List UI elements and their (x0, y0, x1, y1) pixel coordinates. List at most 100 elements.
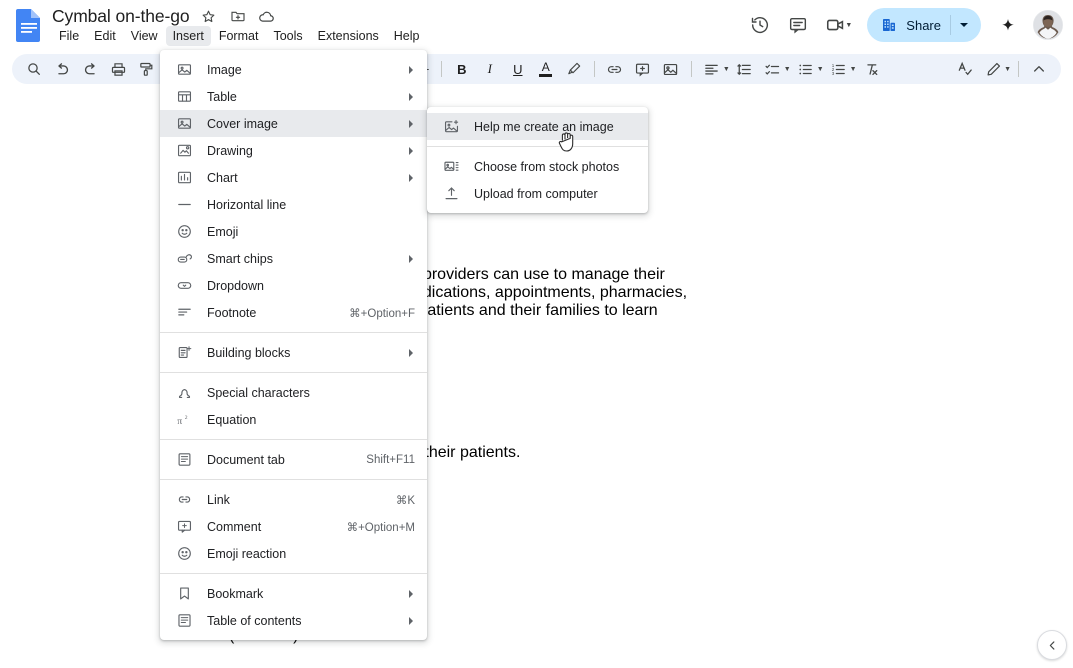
menu-insert[interactable]: Insert (166, 26, 211, 46)
insert-menu-item-link[interactable]: Link ⌘K (160, 486, 427, 513)
share-button[interactable]: Share (867, 8, 981, 42)
insert-menu-item-bookmark[interactable]: Bookmark (160, 580, 427, 607)
insert-menu-item-label: Image (207, 63, 395, 77)
cover-submenu-item-upload-from-computer[interactable]: Upload from computer (427, 180, 648, 207)
share-button-label: Share (906, 18, 941, 33)
chevron-down-icon: ▼ (1004, 66, 1011, 73)
highlight-color-button[interactable] (560, 57, 588, 81)
dropdown-icon (174, 276, 194, 296)
menu-view[interactable]: View (124, 26, 165, 46)
insert-menu-item-dropdown[interactable]: Dropdown (160, 272, 427, 299)
page-title[interactable]: Cymbal on-the-go (52, 6, 190, 27)
add-comment-button[interactable] (629, 57, 657, 81)
insert-menu-item-emoji[interactable]: Emoji (160, 218, 427, 245)
chevron-down-icon: ▼ (817, 66, 824, 73)
insert-menu-separator (160, 573, 427, 574)
chevron-right-icon (407, 589, 415, 599)
insert-menu-item-document-tab[interactable]: Document tabShift+F11 (160, 446, 427, 473)
toolbar-divider (691, 61, 692, 77)
menu-file[interactable]: File (52, 26, 86, 46)
insert-menu-item-label: Special characters (207, 386, 415, 400)
menu-tools[interactable]: Tools (266, 26, 309, 46)
gemini-sparkle-icon[interactable] (991, 8, 1025, 42)
google-docs-window: Cymbal on-the-go File Edit View Insert F… (0, 0, 1073, 668)
cover-submenu-item-choose-from-stock-photos[interactable]: Choose from stock photos (427, 153, 648, 180)
menu-extensions[interactable]: Extensions (311, 26, 386, 46)
collapse-toolbar-button[interactable] (1025, 57, 1053, 81)
insert-menu-item-cover-image[interactable]: Cover image (160, 110, 427, 137)
menu-help[interactable]: Help (387, 26, 427, 46)
underline-button[interactable]: U (504, 57, 532, 81)
share-lock-icon (880, 16, 898, 34)
insert-menu-item-special-characters[interactable]: Special characters (160, 379, 427, 406)
comment-history-icon[interactable] (781, 8, 815, 42)
document-tab-icon (174, 450, 194, 470)
redo-icon[interactable] (76, 57, 104, 81)
insert-menu: Image Table Cover image Drawing Chart Horizon… (160, 50, 427, 640)
insert-image-button[interactable] (657, 57, 685, 81)
chevron-right-icon (407, 92, 415, 102)
insert-menu-item-table-of-contents[interactable]: Table of contents (160, 607, 427, 634)
version-history-icon[interactable] (743, 8, 777, 42)
google-docs-icon[interactable] (14, 8, 44, 42)
insert-menu-item-label: Table (207, 90, 395, 104)
star-icon[interactable] (199, 6, 219, 26)
emoji-reaction-icon (174, 544, 194, 564)
insert-menu-item-label: Chart (207, 171, 395, 185)
editing-mode-button[interactable] (979, 57, 1007, 81)
align-button[interactable] (698, 57, 726, 81)
share-chevron-down-icon[interactable] (951, 20, 977, 30)
insert-link-button[interactable] (601, 57, 629, 81)
insert-menu-item-table[interactable]: Table (160, 83, 427, 110)
clear-formatting-button[interactable] (858, 57, 886, 81)
avatar[interactable] (1033, 10, 1063, 40)
insert-menu-item-drawing[interactable]: Drawing (160, 137, 427, 164)
insert-menu-item-building-blocks[interactable]: Building blocks (160, 339, 427, 366)
insert-menu-separator (160, 479, 427, 480)
print-icon[interactable] (104, 57, 132, 81)
collapse-panel-button[interactable] (1037, 630, 1067, 660)
italic-button[interactable]: I (476, 57, 504, 81)
insert-menu-item-label: Comment (207, 520, 333, 534)
insert-menu-item-chart[interactable]: Chart (160, 164, 427, 191)
insert-menu-separator (160, 372, 427, 373)
line-spacing-button[interactable] (731, 57, 759, 81)
insert-menu-item-label: Drawing (207, 144, 395, 158)
search-icon[interactable] (20, 57, 48, 81)
chevron-right-icon (407, 616, 415, 626)
insert-menu-item-label: Emoji (207, 225, 415, 239)
move-to-folder-icon[interactable] (228, 6, 248, 26)
undo-icon[interactable] (48, 57, 76, 81)
checklist-button[interactable] (759, 57, 787, 81)
bulleted-list-button[interactable] (792, 57, 820, 81)
menu-format[interactable]: Format (212, 26, 266, 46)
insert-menu-item-image[interactable]: Image (160, 56, 427, 83)
paint-format-icon[interactable] (132, 57, 160, 81)
insert-menu-item-emoji-reaction[interactable]: Emoji reaction (160, 540, 427, 567)
title-row: Cymbal on-the-go (52, 4, 277, 28)
cloud-saved-icon[interactable] (257, 6, 277, 26)
chevron-right-icon (407, 146, 415, 156)
insert-menu-item-horizontal-line[interactable]: Horizontal line (160, 191, 427, 218)
insert-menu-item-comment[interactable]: Comment⌘+Option+M (160, 513, 427, 540)
horizontal-line-icon (174, 195, 194, 215)
insert-menu-item-label: Link (207, 493, 382, 507)
text-color-button[interactable]: A (532, 57, 560, 81)
bold-button[interactable]: B (448, 57, 476, 81)
insert-menu-item-footnote[interactable]: Footnote⌘+Option+F (160, 299, 427, 326)
cover-submenu-item-help-me-create-an-image[interactable]: Help me create an image (427, 113, 648, 140)
insert-menu-item-label: Horizontal line (207, 198, 415, 212)
spelling-grammar-button[interactable] (951, 57, 979, 81)
insert-menu-item-label: Bookmark (207, 587, 395, 601)
chevron-down-icon: ▼ (845, 22, 852, 29)
cover-image-submenu: Help me create an image Choose from stock… (427, 107, 648, 213)
chevron-right-icon (407, 348, 415, 358)
numbered-list-button[interactable]: 123 (825, 57, 853, 81)
chevron-down-icon: ▼ (784, 66, 791, 73)
insert-menu-item-smart-chips[interactable]: Smart chips (160, 245, 427, 272)
meet-camera-icon[interactable]: ▼ (819, 8, 857, 42)
cover-submenu-item-label: Help me create an image (474, 120, 636, 134)
insert-menu-item-shortcut: ⌘K (396, 493, 415, 507)
menu-edit[interactable]: Edit (87, 26, 123, 46)
insert-menu-item-equation[interactable]: π2Equation (160, 406, 427, 433)
